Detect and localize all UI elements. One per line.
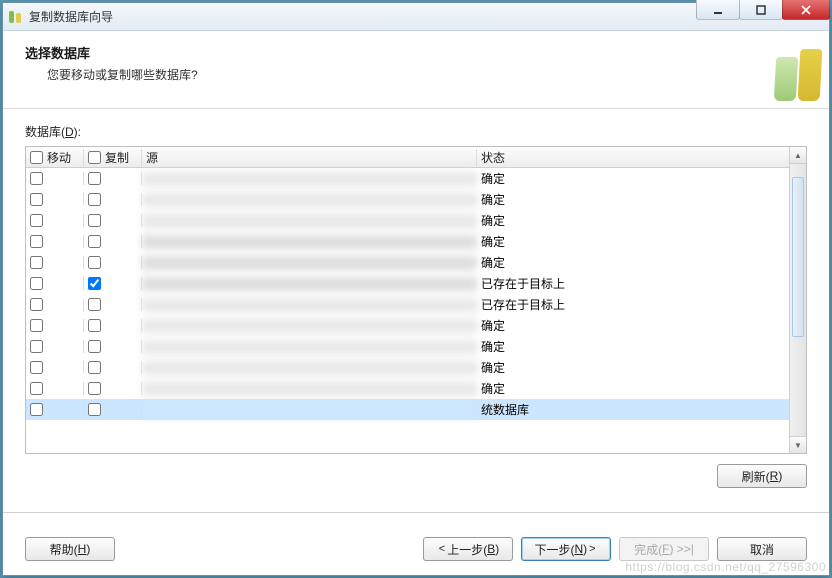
col-copy-label: 复制 <box>105 149 129 166</box>
source-cell: db <box>142 382 477 396</box>
status-cell: 确定 <box>477 170 789 187</box>
scroll-up-arrow[interactable]: ▲ <box>790 147 806 164</box>
copy-checkbox[interactable] <box>88 256 101 269</box>
source-cell: db <box>142 172 477 186</box>
move-checkbox[interactable] <box>30 298 43 311</box>
copy-checkbox[interactable] <box>88 193 101 206</box>
source-cell: db <box>142 214 477 228</box>
status-cell: 统数据库 <box>477 401 789 418</box>
next-button[interactable]: 下一步(N) > <box>521 537 611 561</box>
footer-divider <box>3 512 829 513</box>
move-header-checkbox[interactable] <box>30 151 43 164</box>
col-status-label: 状态 <box>481 149 505 166</box>
copy-checkbox[interactable] <box>88 172 101 185</box>
close-button[interactable] <box>782 0 830 20</box>
table-row[interactable]: db确定 <box>26 168 789 189</box>
table-row[interactable]: db确定 <box>26 210 789 231</box>
table-row[interactable]: db已存在于目标上 <box>26 294 789 315</box>
source-cell: db <box>142 193 477 207</box>
move-checkbox[interactable] <box>30 403 43 416</box>
scroll-thumb[interactable] <box>792 177 804 337</box>
wizard-footer: 帮助(H) < 上一步(B) 下一步(N) > 完成(F) >>| 取消 <box>3 523 829 575</box>
col-move-label: 移动 <box>47 149 71 166</box>
status-cell: 确定 <box>477 338 789 355</box>
back-button[interactable]: < 上一步(B) <box>423 537 513 561</box>
app-icon <box>7 9 23 25</box>
finish-button: 完成(F) >>| <box>619 537 709 561</box>
source-cell: db <box>142 298 477 312</box>
scroll-down-arrow[interactable]: ▼ <box>790 436 806 453</box>
copy-checkbox[interactable] <box>88 235 101 248</box>
source-cell: db <box>142 340 477 354</box>
chevron-left-icon: < <box>439 543 445 555</box>
move-checkbox[interactable] <box>30 382 43 395</box>
maximize-button[interactable] <box>739 0 783 20</box>
copy-checkbox[interactable] <box>88 298 101 311</box>
copy-checkbox[interactable] <box>88 277 101 290</box>
wizard-window: 复制数据库向导 选择数据库 您要移动或复制哪些数据库? 数据库(D): 移动 复… <box>2 2 830 576</box>
table-row[interactable]: db已存在于目标上 <box>26 273 789 294</box>
table-row[interactable]: db确定 <box>26 231 789 252</box>
source-cell: db <box>142 403 477 417</box>
cancel-button[interactable]: 取消 <box>717 537 807 561</box>
copy-checkbox[interactable] <box>88 340 101 353</box>
status-cell: 确定 <box>477 317 789 334</box>
copy-header-checkbox[interactable] <box>88 151 101 164</box>
source-cell: db <box>142 319 477 333</box>
move-checkbox[interactable] <box>30 277 43 290</box>
database-list-label: 数据库(D): <box>25 123 807 140</box>
copy-checkbox[interactable] <box>88 214 101 227</box>
page-title: 选择数据库 <box>25 43 807 62</box>
move-checkbox[interactable] <box>30 256 43 269</box>
minimize-button[interactable] <box>696 0 740 20</box>
window-controls <box>697 0 830 20</box>
wizard-header: 选择数据库 您要移动或复制哪些数据库? <box>3 31 829 109</box>
status-cell: 确定 <box>477 212 789 229</box>
move-checkbox[interactable] <box>30 214 43 227</box>
table-row[interactable]: db确定 <box>26 252 789 273</box>
table-row[interactable]: db确定 <box>26 357 789 378</box>
move-checkbox[interactable] <box>30 361 43 374</box>
copy-checkbox[interactable] <box>88 319 101 332</box>
source-cell: db <box>142 256 477 270</box>
move-checkbox[interactable] <box>30 193 43 206</box>
status-cell: 确定 <box>477 191 789 208</box>
table-row[interactable]: db确定 <box>26 378 789 399</box>
table-row[interactable]: db统数据库 <box>26 399 789 420</box>
refresh-button[interactable]: 刷新(R) <box>717 464 807 488</box>
help-button[interactable]: 帮助(H) <box>25 537 115 561</box>
status-cell: 确定 <box>477 233 789 250</box>
status-cell: 已存在于目标上 <box>477 296 789 313</box>
status-cell: 已存在于目标上 <box>477 275 789 292</box>
header-illustration <box>739 31 829 109</box>
chevron-right-icon: > <box>589 543 595 555</box>
copy-checkbox[interactable] <box>88 361 101 374</box>
move-checkbox[interactable] <box>30 319 43 332</box>
table-row[interactable]: db确定 <box>26 336 789 357</box>
move-checkbox[interactable] <box>30 172 43 185</box>
table-row[interactable]: db确定 <box>26 315 789 336</box>
status-cell: 确定 <box>477 359 789 376</box>
copy-checkbox[interactable] <box>88 382 101 395</box>
page-subtitle: 您要移动或复制哪些数据库? <box>47 66 807 83</box>
col-source-label: 源 <box>146 149 158 166</box>
move-checkbox[interactable] <box>30 235 43 248</box>
database-grid: 移动 复制 源 状态 db确定db确定db确定db确定db确定db已存在于目标上… <box>25 146 807 454</box>
status-cell: 确定 <box>477 254 789 271</box>
titlebar: 复制数据库向导 <box>3 3 829 31</box>
table-row[interactable]: db确定 <box>26 189 789 210</box>
vertical-scrollbar[interactable]: ▲ ▼ <box>789 147 806 453</box>
source-cell: db <box>142 361 477 375</box>
content-area: 数据库(D): 移动 复制 源 状态 db确定db确定db确定db确定db确定d… <box>3 109 829 523</box>
source-cell: db <box>142 277 477 291</box>
source-cell: db <box>142 235 477 249</box>
status-cell: 确定 <box>477 380 789 397</box>
move-checkbox[interactable] <box>30 340 43 353</box>
copy-checkbox[interactable] <box>88 403 101 416</box>
grid-header-row: 移动 复制 源 状态 <box>26 147 789 168</box>
